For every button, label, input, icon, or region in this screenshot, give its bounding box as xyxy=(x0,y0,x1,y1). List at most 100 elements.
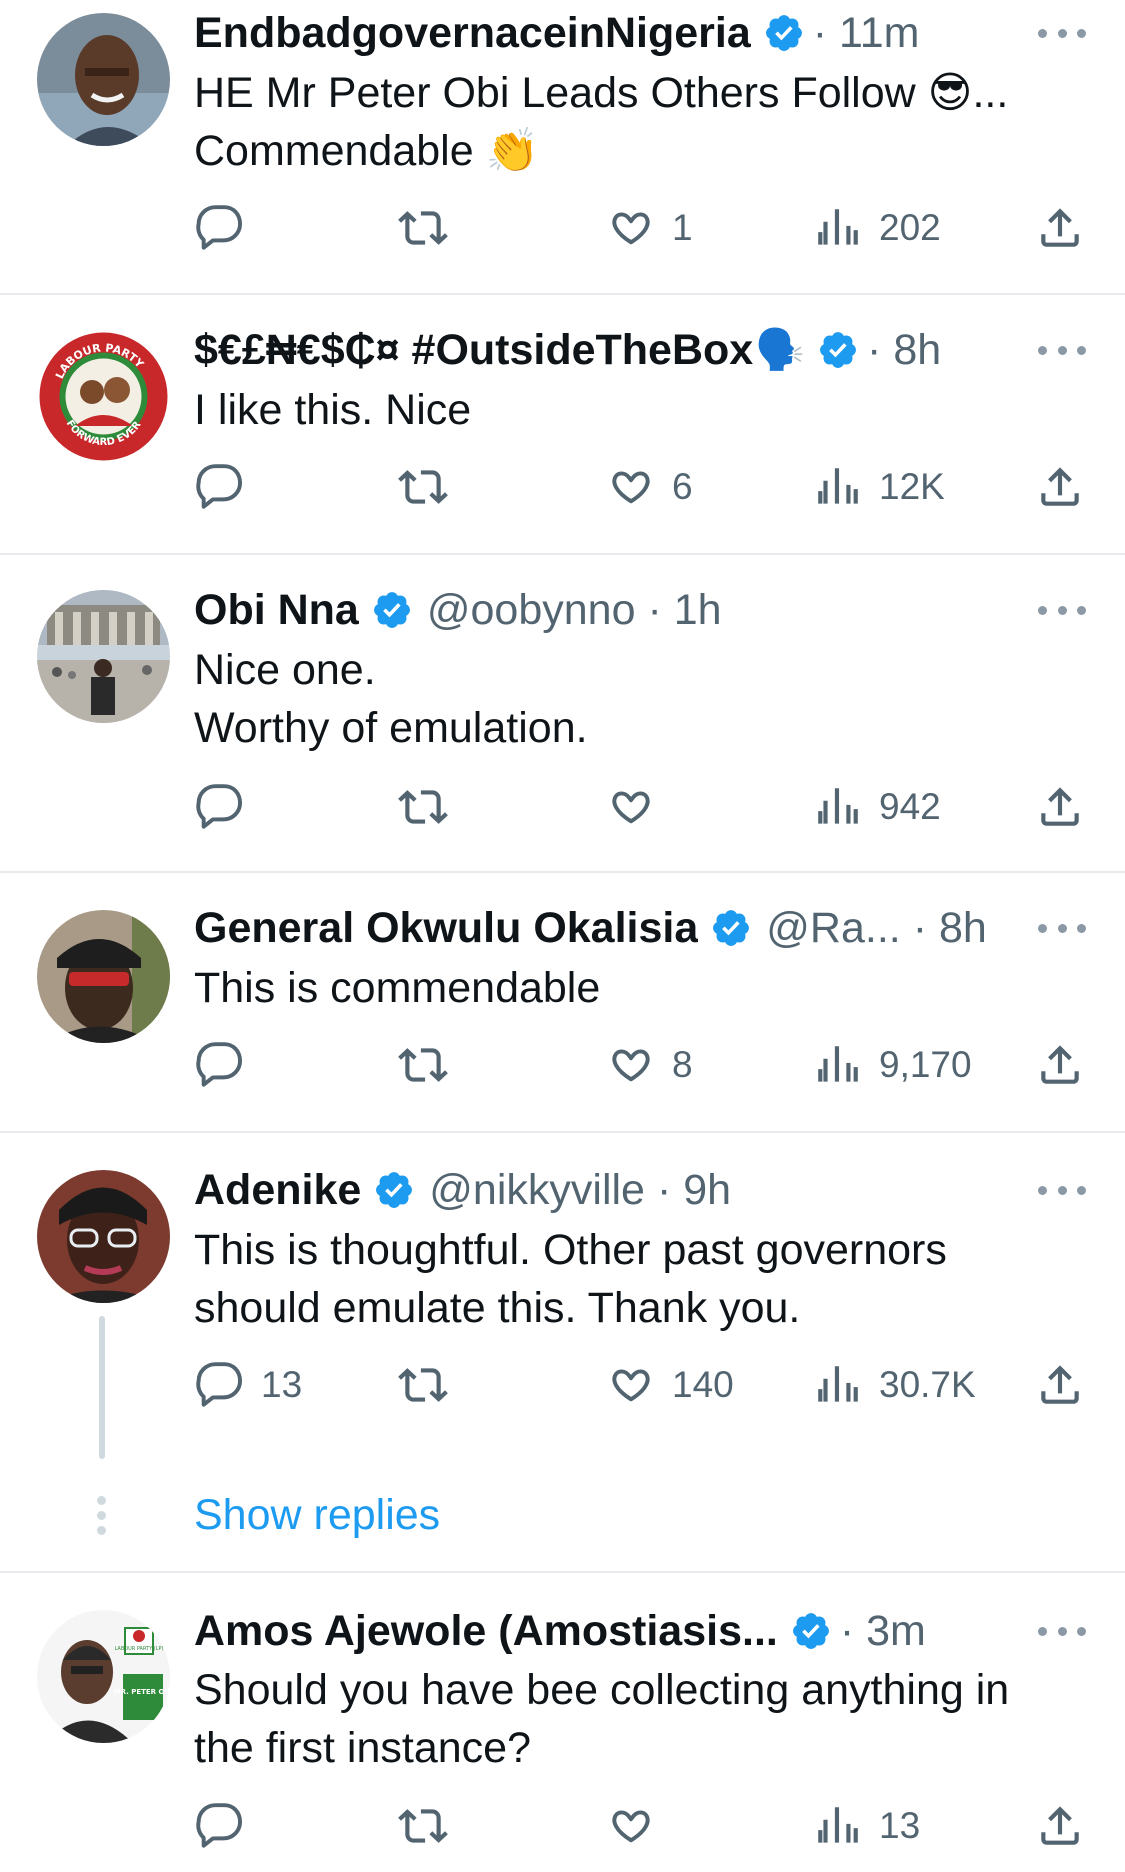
avatar[interactable] xyxy=(37,590,170,723)
views-button[interactable]: 13 xyxy=(813,1796,920,1856)
tweet-text: This is commendable xyxy=(194,964,601,1012)
timestamp[interactable]: 1h xyxy=(674,586,722,634)
author-handle[interactable]: @oobynno xyxy=(427,586,636,634)
timestamp[interactable]: 8h xyxy=(939,904,987,952)
share-button[interactable] xyxy=(1035,198,1085,258)
tweet-meta[interactable]: @oobynno · 1h xyxy=(427,582,722,638)
tweet[interactable]: EndbadgovernaceinNigeria · 11m HE Mr Pet… xyxy=(0,0,1125,294)
timestamp[interactable]: 9h xyxy=(683,1166,731,1214)
author-name[interactable]: Amos Ajewole (Amostiasis... xyxy=(194,1603,778,1659)
retweet-icon xyxy=(398,1040,448,1090)
tweet-text: This is thoughtful. Other past governors… xyxy=(194,1226,947,1332)
avatar[interactable] xyxy=(37,910,170,1043)
tweet[interactable]: Obi Nna @oobynno · 1h Nice one. Worthy o… xyxy=(0,555,1125,873)
retweet-icon xyxy=(398,462,448,512)
separator: · xyxy=(656,1166,672,1214)
author-name[interactable]: $€£₦€$₵¤ #OutsideTheBox xyxy=(194,322,753,378)
show-replies-link[interactable]: Show replies xyxy=(194,1487,440,1543)
tweet-meta[interactable]: · 3m xyxy=(840,1603,926,1659)
timestamp[interactable]: 8h xyxy=(893,326,941,374)
reply-button[interactable] xyxy=(195,457,261,517)
like-icon xyxy=(606,1040,656,1090)
tweet[interactable]: Adenike @nikkyville · 9h This is thought… xyxy=(0,1133,1125,1573)
tweet-header: Amos Ajewole (Amostiasis... · 3m xyxy=(194,1603,1024,1659)
separator: · xyxy=(839,1607,855,1655)
view-count: 942 xyxy=(879,786,941,827)
view-count: 12K xyxy=(879,466,945,507)
reply-button[interactable]: 13 xyxy=(195,1355,302,1415)
like-button[interactable] xyxy=(606,1796,672,1856)
like-button[interactable]: 6 xyxy=(606,457,693,517)
action-bar: 13 xyxy=(0,1796,1125,1856)
reply-button[interactable] xyxy=(195,1796,261,1856)
avatar[interactable] xyxy=(37,13,170,146)
more-icon[interactable] xyxy=(1038,5,1086,61)
view-count: 30.7K xyxy=(879,1364,976,1405)
author-name[interactable]: Adenike xyxy=(194,1162,361,1218)
views-button[interactable]: 202 xyxy=(813,198,941,258)
verified-badge-icon xyxy=(817,329,859,371)
views-button[interactable]: 30.7K xyxy=(813,1355,976,1415)
like-icon xyxy=(606,782,656,832)
tweet-meta[interactable]: @nikkyville · 9h xyxy=(429,1162,731,1218)
like-button[interactable]: 140 xyxy=(606,1355,734,1415)
reply-icon xyxy=(195,1360,245,1410)
views-button[interactable]: 9,170 xyxy=(813,1035,972,1095)
like-button[interactable] xyxy=(606,777,672,837)
reply-button[interactable] xyxy=(195,1035,261,1095)
share-button[interactable] xyxy=(1035,1355,1085,1415)
like-button[interactable]: 8 xyxy=(606,1035,693,1095)
author-handle[interactable]: @nikkyville xyxy=(429,1166,645,1214)
retweet-button[interactable] xyxy=(398,1355,448,1415)
avatar[interactable]: LABOUR PARTY FORWARD EVER xyxy=(37,330,170,463)
retweet-button[interactable] xyxy=(398,1796,448,1856)
like-button[interactable]: 1 xyxy=(606,198,693,258)
avatar[interactable]: LABOUR PARTY (LP) MR. PETER OBI xyxy=(37,1610,170,1743)
retweet-button[interactable] xyxy=(398,777,448,837)
tweet[interactable]: LABOUR PARTY FORWARD EVER $€£₦€$₵¤ #Outs… xyxy=(0,295,1125,555)
share-button[interactable] xyxy=(1035,1796,1085,1856)
more-icon[interactable] xyxy=(1038,582,1086,638)
author-name[interactable]: EndbadgovernaceinNigeria xyxy=(194,5,751,61)
views-button[interactable]: 12K xyxy=(813,457,945,517)
tweet-meta[interactable]: · 11m xyxy=(813,5,920,61)
reply-icon xyxy=(195,1801,245,1851)
tweet[interactable]: LABOUR PARTY (LP) MR. PETER OBI Amos Aje… xyxy=(0,1573,1125,1872)
separator: · xyxy=(867,326,882,374)
avatar-name-text: MR. PETER OBI xyxy=(114,1688,170,1696)
more-icon[interactable] xyxy=(1038,1162,1086,1218)
tweet-meta[interactable]: · 8h xyxy=(867,322,941,378)
share-button[interactable] xyxy=(1035,1035,1085,1095)
more-icon[interactable] xyxy=(1038,900,1086,956)
author-name[interactable]: Obi Nna xyxy=(194,582,359,638)
author-name[interactable]: General Okwulu Okalisia xyxy=(194,900,698,956)
reply-button[interactable] xyxy=(195,777,261,837)
reply-icon xyxy=(195,782,245,832)
verified-badge-icon xyxy=(710,907,752,949)
tweet[interactable]: General Okwulu Okalisia @Ra... · 8h This… xyxy=(0,873,1125,1133)
like-count: 1 xyxy=(672,207,693,248)
timestamp[interactable]: 11m xyxy=(839,9,919,57)
share-icon xyxy=(1035,1801,1085,1851)
share-button[interactable] xyxy=(1035,457,1085,517)
views-icon xyxy=(813,1040,863,1090)
tweet-meta[interactable]: @Ra... · 8h xyxy=(766,900,987,956)
verified-badge-icon xyxy=(763,12,805,54)
more-icon[interactable] xyxy=(1038,1603,1086,1659)
tweet-header: General Okwulu Okalisia @Ra... · 8h xyxy=(194,900,1024,956)
avatar[interactable] xyxy=(37,1170,170,1303)
timestamp[interactable]: 3m xyxy=(866,1607,926,1655)
reply-button[interactable] xyxy=(195,198,261,258)
reply-icon xyxy=(195,1040,245,1090)
retweet-button[interactable] xyxy=(398,457,448,517)
avatar-party-text: LABOUR PARTY (LP) xyxy=(115,1646,164,1652)
retweet-button[interactable] xyxy=(398,1035,448,1095)
views-button[interactable]: 942 xyxy=(813,777,941,837)
view-count: 202 xyxy=(879,207,941,248)
like-count: 6 xyxy=(672,466,693,507)
more-icon[interactable] xyxy=(1038,322,1086,378)
retweet-button[interactable] xyxy=(398,198,448,258)
share-button[interactable] xyxy=(1035,777,1085,837)
author-handle[interactable]: @Ra... xyxy=(766,904,900,952)
speaking-head-emoji: 🗣️ xyxy=(755,328,806,372)
